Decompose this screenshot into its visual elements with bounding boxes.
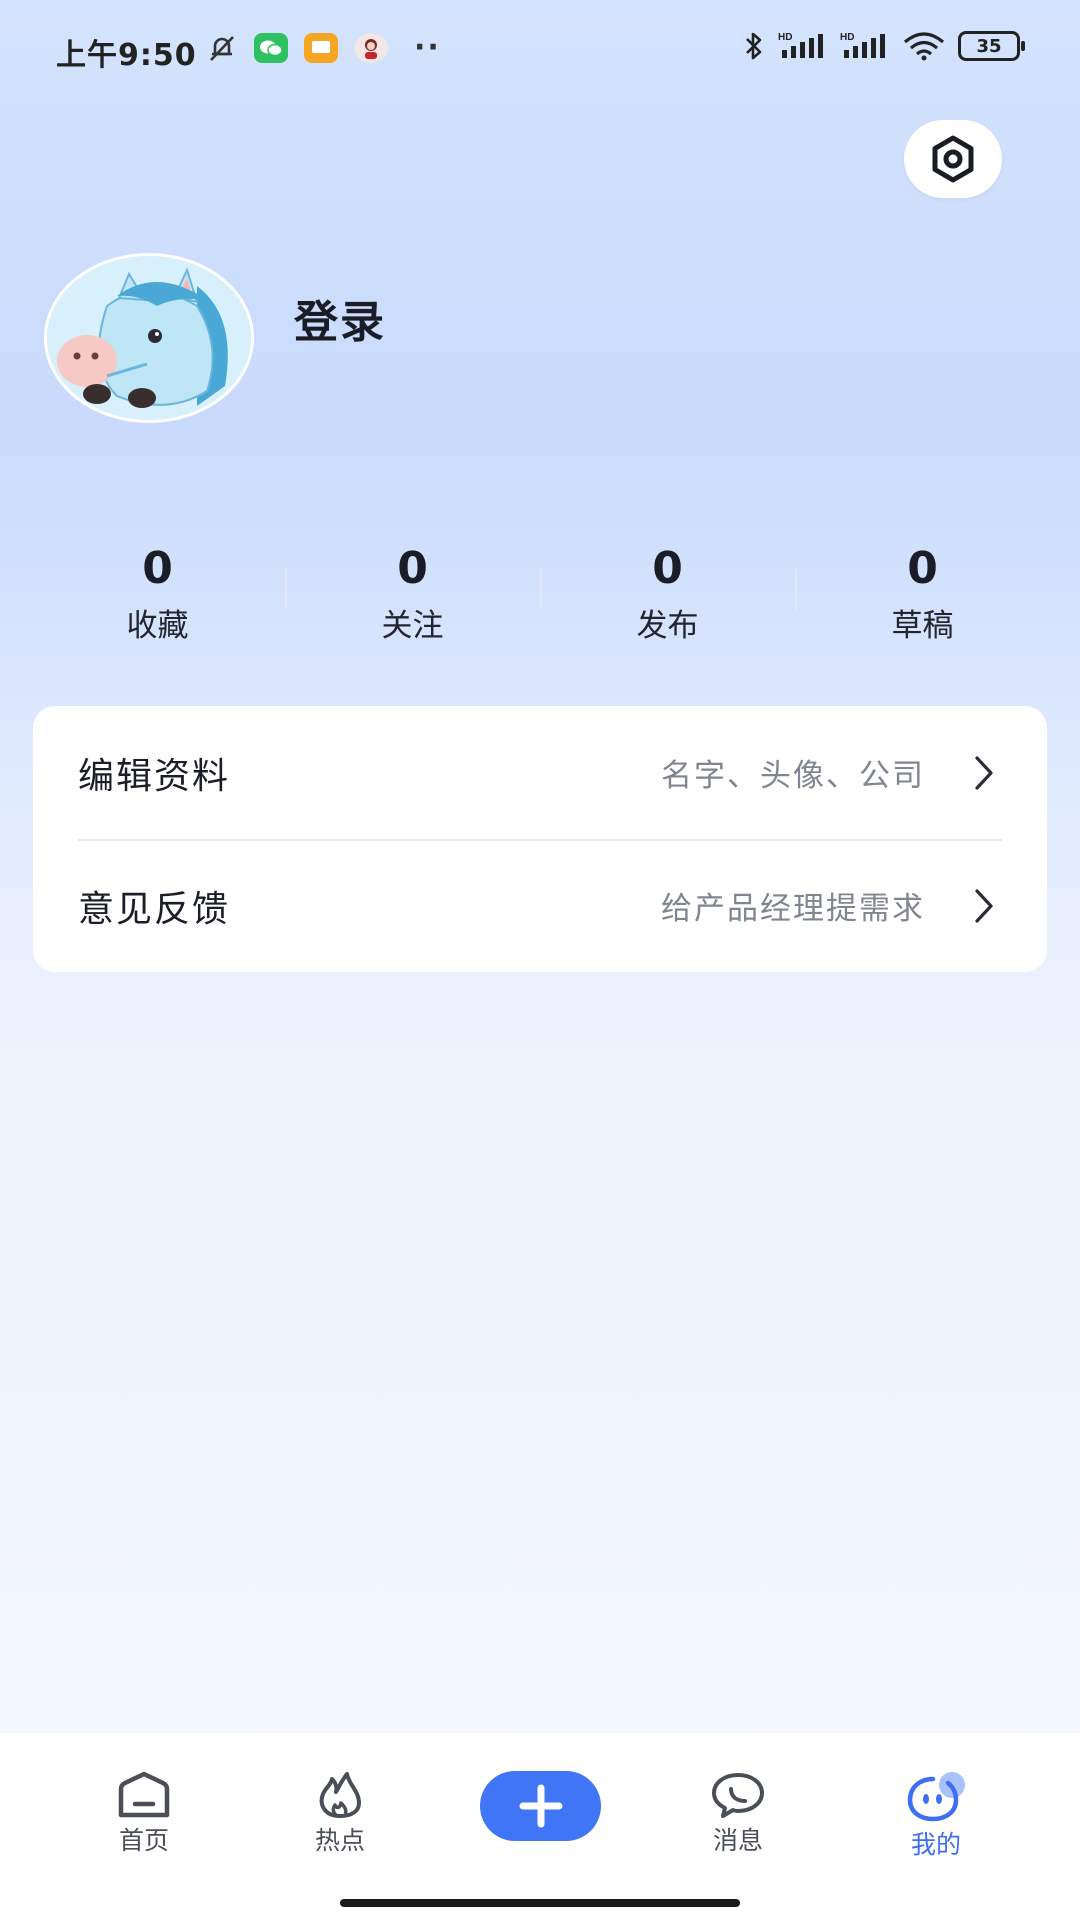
tab-bar: 首页 热点 消息 我的 bbox=[0, 1733, 1080, 1920]
mascot-face-icon bbox=[907, 1772, 965, 1822]
tab-messages[interactable]: 消息 bbox=[678, 1771, 798, 1857]
tab-home[interactable]: 首页 bbox=[84, 1771, 204, 1857]
status-bar: 上午9:50 ·· HD HD 35 bbox=[0, 0, 1080, 100]
tab-hot[interactable]: 热点 bbox=[280, 1771, 400, 1857]
stat-drafts[interactable]: 0 草稿 bbox=[795, 540, 1050, 650]
svg-text:HD: HD bbox=[778, 32, 792, 43]
stat-count: 0 bbox=[652, 543, 683, 594]
bluetooth-icon bbox=[746, 32, 762, 60]
status-system-icons: HD HD 35 bbox=[742, 30, 1025, 62]
stat-label: 发布 bbox=[636, 608, 699, 644]
horse-avatar-icon bbox=[47, 256, 251, 420]
wechat-icon bbox=[254, 32, 288, 63]
signal-2-icon: HD bbox=[840, 32, 885, 58]
stat-count: 0 bbox=[907, 543, 938, 594]
tab-mine[interactable]: 我的 bbox=[876, 1771, 996, 1861]
settings-icon bbox=[932, 135, 974, 183]
menu-item-title: 意见反馈 bbox=[78, 888, 231, 930]
menu-item-hint: 给产品经理提需求 bbox=[661, 891, 925, 927]
flame-icon bbox=[319, 1772, 361, 1818]
add-post-button[interactable] bbox=[480, 1771, 601, 1841]
stat-count: 0 bbox=[397, 543, 428, 594]
menu-card: 编辑资料 名字、头像、公司 意见反馈 给产品经理提需求 bbox=[33, 706, 1047, 972]
stat-label: 关注 bbox=[381, 608, 444, 644]
home-icon bbox=[118, 1771, 170, 1818]
chevron-right-icon bbox=[975, 888, 993, 923]
stat-following[interactable]: 0 关注 bbox=[285, 540, 540, 650]
settings-button[interactable] bbox=[904, 120, 1002, 198]
chat-bubble-icon bbox=[712, 1773, 764, 1818]
battery-icon: 35 bbox=[958, 31, 1025, 61]
message-app-icon bbox=[304, 32, 338, 63]
status-notification-icons: ·· bbox=[206, 30, 441, 65]
tab-label: 首页 bbox=[118, 1826, 169, 1855]
chevron-right-icon bbox=[975, 755, 993, 790]
mute-bell-icon bbox=[210, 35, 234, 61]
menu-item-title: 编辑资料 bbox=[78, 755, 231, 797]
stat-favorites[interactable]: 0 收藏 bbox=[30, 540, 285, 650]
svg-text:HD: HD bbox=[840, 32, 854, 43]
home-indicator[interactable] bbox=[340, 1899, 740, 1907]
tab-label: 我的 bbox=[910, 1830, 961, 1859]
login-label[interactable]: 登录 bbox=[294, 286, 386, 350]
stats-row: 0 收藏 0 关注 0 发布 0 草稿 bbox=[30, 540, 1050, 650]
more-notifications-icon: ·· bbox=[414, 30, 441, 65]
menu-item-edit-profile[interactable]: 编辑资料 名字、头像、公司 bbox=[33, 706, 1047, 839]
status-time: 上午9:50 bbox=[56, 38, 197, 73]
signal-1-icon: HD bbox=[778, 32, 823, 58]
plus-icon bbox=[519, 1784, 562, 1828]
stat-published[interactable]: 0 发布 bbox=[540, 540, 795, 650]
stat-label: 收藏 bbox=[126, 608, 189, 644]
stat-label: 草稿 bbox=[891, 608, 954, 644]
avatar[interactable] bbox=[44, 253, 254, 423]
wifi-icon bbox=[903, 32, 945, 61]
menu-item-hint: 名字、头像、公司 bbox=[661, 758, 925, 794]
user-app-icon bbox=[354, 32, 388, 63]
tab-label: 热点 bbox=[314, 1826, 365, 1855]
menu-item-feedback[interactable]: 意见反馈 给产品经理提需求 bbox=[33, 839, 1047, 972]
stat-count: 0 bbox=[142, 543, 173, 594]
tab-label: 消息 bbox=[712, 1826, 763, 1855]
